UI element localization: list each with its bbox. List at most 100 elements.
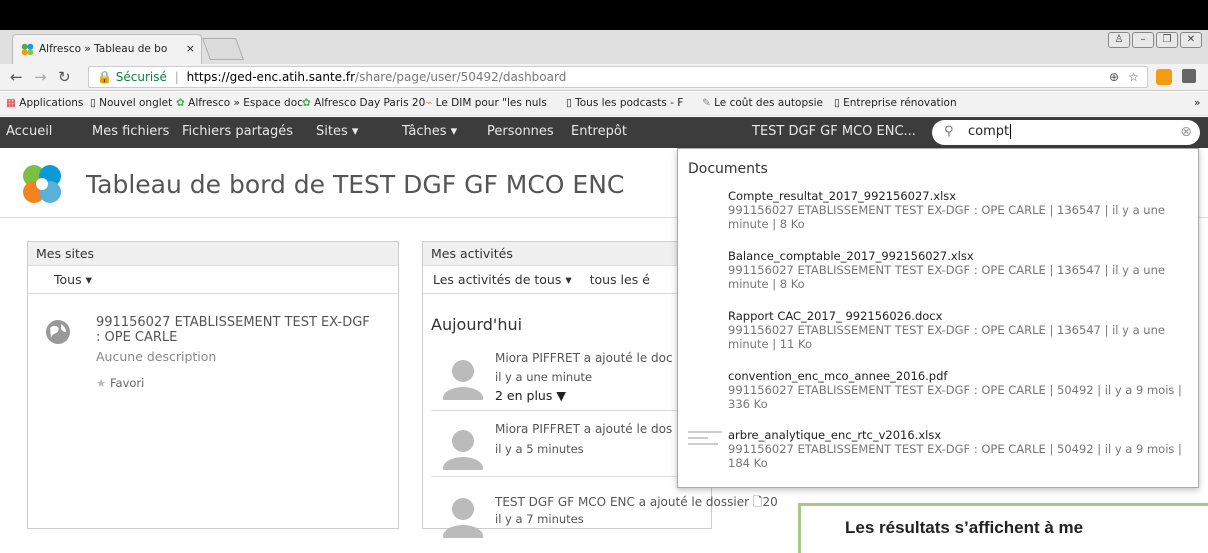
star-icon: ★ — [96, 376, 107, 390]
address-bar-row: ← → ↻ 🔒 Sécurisé | https://ged-enc.atih.… — [0, 64, 1208, 91]
window-controls: ♙ – ❐ ✕ — [1108, 32, 1202, 48]
window-close-icon[interactable]: ✕ — [1180, 32, 1202, 48]
search-result-item[interactable]: Balance_comptable_2017_992156027.xlsx 99… — [728, 249, 1190, 291]
nav-fichiers-partages[interactable]: Fichiers partagés — [182, 124, 293, 139]
page-title: Tableau de bord de TEST DGF GF MCO ENC — [86, 170, 625, 199]
apps-grid-icon: ▦ — [6, 97, 20, 109]
back-arrow-icon[interactable]: ← — [10, 68, 23, 86]
bookmarks-bar: ▦ Applications ▯ Nouvel onglet ✿ Alfresc… — [0, 92, 1208, 116]
my-sites-filter: Tous ▾ — [28, 266, 398, 294]
page-icon: ▯ — [90, 97, 100, 109]
activity-text[interactable]: Miora PIFFRET a ajouté le dos — [495, 422, 672, 436]
nav-accueil[interactable]: Accueil — [6, 124, 52, 139]
my-activities-dashlet: Mes activités Les activités de tous ▾ to… — [422, 241, 778, 538]
site-description: Aucune description — [96, 349, 217, 364]
bookmark-icon: ✎ — [702, 97, 715, 109]
bookmark-podcasts[interactable]: ▯ Tous les podcasts - F — [566, 97, 683, 109]
minimize-icon[interactable]: – — [1132, 32, 1154, 48]
url-host: https://ged-enc.atih.sante.fr — [186, 70, 356, 84]
tab-strip: Alfresco » Tableau de bo × ♙ – ❐ ✕ — [0, 30, 1208, 64]
sites-filter-dropdown[interactable]: Tous ▾ — [54, 272, 92, 287]
bookmarks-overflow[interactable]: » — [1194, 97, 1200, 109]
nav-personnes[interactable]: Personnes — [487, 124, 554, 139]
tab-close-icon[interactable]: × — [186, 42, 195, 55]
app-navigation-bar: Accueil Mes fichiers Fichiers partagés S… — [0, 117, 1208, 148]
activity-text[interactable]: TEST DGF GF MCO ENC a ajouté le dossier … — [495, 493, 778, 514]
result-file-name: arbre_analytique_enc_rtc_v2016.xlsx — [728, 428, 942, 442]
bookmark-new-tab[interactable]: ▯ Nouvel onglet — [90, 97, 172, 109]
extension-icon[interactable] — [1182, 69, 1196, 83]
search-result-item[interactable]: Rapport CAC_2017_ 992156026.docx 9911560… — [728, 309, 1190, 351]
bookmark-apps[interactable]: ▦ Applications — [6, 97, 83, 109]
site-name-link[interactable]: 991156027 ETABLISSEMENT TEST EX-DGF : OP… — [96, 315, 376, 345]
search-result-item[interactable]: arbre_analytique_enc_rtc_v2016.xlsx 9911… — [728, 428, 1190, 470]
result-file-meta: 991156027 ETABLISSEMENT TEST EX-DGF : OP… — [728, 263, 1165, 291]
bookmark-alfresco-espace[interactable]: ✿ Alfresco » Espace doc — [176, 97, 303, 109]
search-result-item[interactable]: convention_enc_mco_annee_2016.pdf 991156… — [728, 369, 1190, 411]
folder-link[interactable]: 20 — [763, 495, 778, 509]
document-thumbnail-icon — [688, 431, 722, 445]
search-input[interactable]: ⚲ compt ⊗ — [932, 120, 1200, 145]
maximize-icon[interactable]: ❐ — [1156, 32, 1178, 48]
divider — [431, 410, 703, 411]
rss-extension-icon[interactable] — [1156, 69, 1172, 85]
search-query: compt — [968, 124, 1010, 139]
url-separator: | — [174, 70, 179, 84]
tab-title: Alfresco » Tableau de bo — [39, 43, 168, 55]
activity-more-toggle[interactable]: 2 en plus ▼ — [495, 388, 566, 403]
window-titlebar — [0, 0, 1208, 30]
activities-filters: Les activités de tous ▾ tous les é — [423, 266, 711, 294]
my-sites-dashlet: Mes sites Tous ▾ 991156027 ETABLISSEMENT… — [27, 241, 399, 529]
alfresco-icon: ✿ — [302, 97, 315, 109]
search-result-item[interactable]: Compte_resultat_2017_992156027.xlsx 9911… — [728, 189, 1190, 231]
activity-time: il y a une minute — [495, 370, 593, 384]
clear-search-icon[interactable]: ⊗ — [1180, 124, 1192, 140]
result-file-meta: 991156027 ETABLISSEMENT TEST EX-DGF : OP… — [728, 323, 1165, 351]
bookmark-renovation[interactable]: ▯ Entreprise rénovation — [834, 97, 957, 109]
bookmark-icon: ⌁ — [426, 97, 436, 109]
nav-current-site[interactable]: TEST DGF GF MCO ENC... — [752, 124, 916, 139]
nav-taches[interactable]: Tâches ▾ — [402, 124, 457, 139]
user-profile-icon[interactable]: ♙ — [1108, 32, 1130, 48]
nav-mes-fichiers[interactable]: Mes fichiers — [92, 124, 169, 139]
my-sites-header: Mes sites — [28, 242, 398, 266]
search-icon: ⚲ — [944, 124, 954, 139]
avatar — [443, 430, 483, 470]
secure-label: Sécurisé — [115, 70, 167, 84]
divider — [431, 476, 703, 477]
callout-text: Les résultats s’affichent à me — [845, 518, 1084, 537]
results-section-heading: Documents — [688, 161, 768, 177]
bookmark-alfresco-day[interactable]: ✿ Alfresco Day Paris 20 — [302, 97, 425, 109]
nav-sites[interactable]: Sites ▾ — [316, 124, 358, 139]
result-file-name: convention_enc_mco_annee_2016.pdf — [728, 369, 948, 383]
page-icon: ▯ — [834, 97, 844, 109]
avatar — [443, 360, 483, 400]
browser-tab-active[interactable]: Alfresco » Tableau de bo × — [12, 34, 202, 64]
alfresco-favicon-icon — [21, 43, 34, 56]
bookmark-star-icon[interactable]: ☆ — [1128, 70, 1139, 84]
folder-icon: 🗋 — [752, 495, 763, 509]
avatar — [443, 498, 483, 538]
result-file-meta: 991156027 ETABLISSEMENT TEST EX-DGF : OP… — [728, 203, 1165, 231]
favorite-toggle[interactable]: ★ Favori — [96, 376, 144, 390]
site-globe-icon — [46, 320, 70, 344]
search-results-dropdown: Documents Compte_resultat_2017_992156027… — [677, 148, 1199, 488]
bookmark-dim[interactable]: ⌁ Le DIM pour "les nuls — [426, 97, 547, 109]
result-file-name: Compte_resultat_2017_992156027.xlsx — [728, 189, 957, 203]
reload-icon[interactable]: ↻ — [58, 68, 71, 86]
url-path: /share/page/user/50492/dashboard — [355, 70, 567, 84]
bookmark-autopsies[interactable]: ✎ Le coût des autopsie — [702, 97, 823, 109]
zoom-icon[interactable]: ⊕ — [1109, 70, 1119, 84]
url-bar[interactable]: 🔒 Sécurisé | https://ged-enc.atih.sante.… — [88, 66, 1148, 88]
activity-time: il y a 5 minutes — [495, 442, 584, 456]
result-file-meta: 991156027 ETABLISSEMENT TEST EX-DGF : OP… — [728, 442, 1182, 470]
new-tab-button[interactable] — [201, 38, 245, 60]
nav-entrepot[interactable]: Entrepôt — [571, 124, 627, 139]
activities-who-filter[interactable]: Les activités de tous ▾ — [433, 272, 572, 287]
lock-icon: 🔒 — [97, 70, 112, 84]
forward-arrow-icon[interactable]: → — [34, 68, 47, 86]
activities-when-filter[interactable]: tous les é — [590, 272, 650, 287]
text-cursor — [1010, 124, 1012, 139]
activities-header: Mes activités — [423, 242, 711, 266]
activity-text[interactable]: Miora PIFFRET a ajouté le doc — [495, 351, 673, 365]
